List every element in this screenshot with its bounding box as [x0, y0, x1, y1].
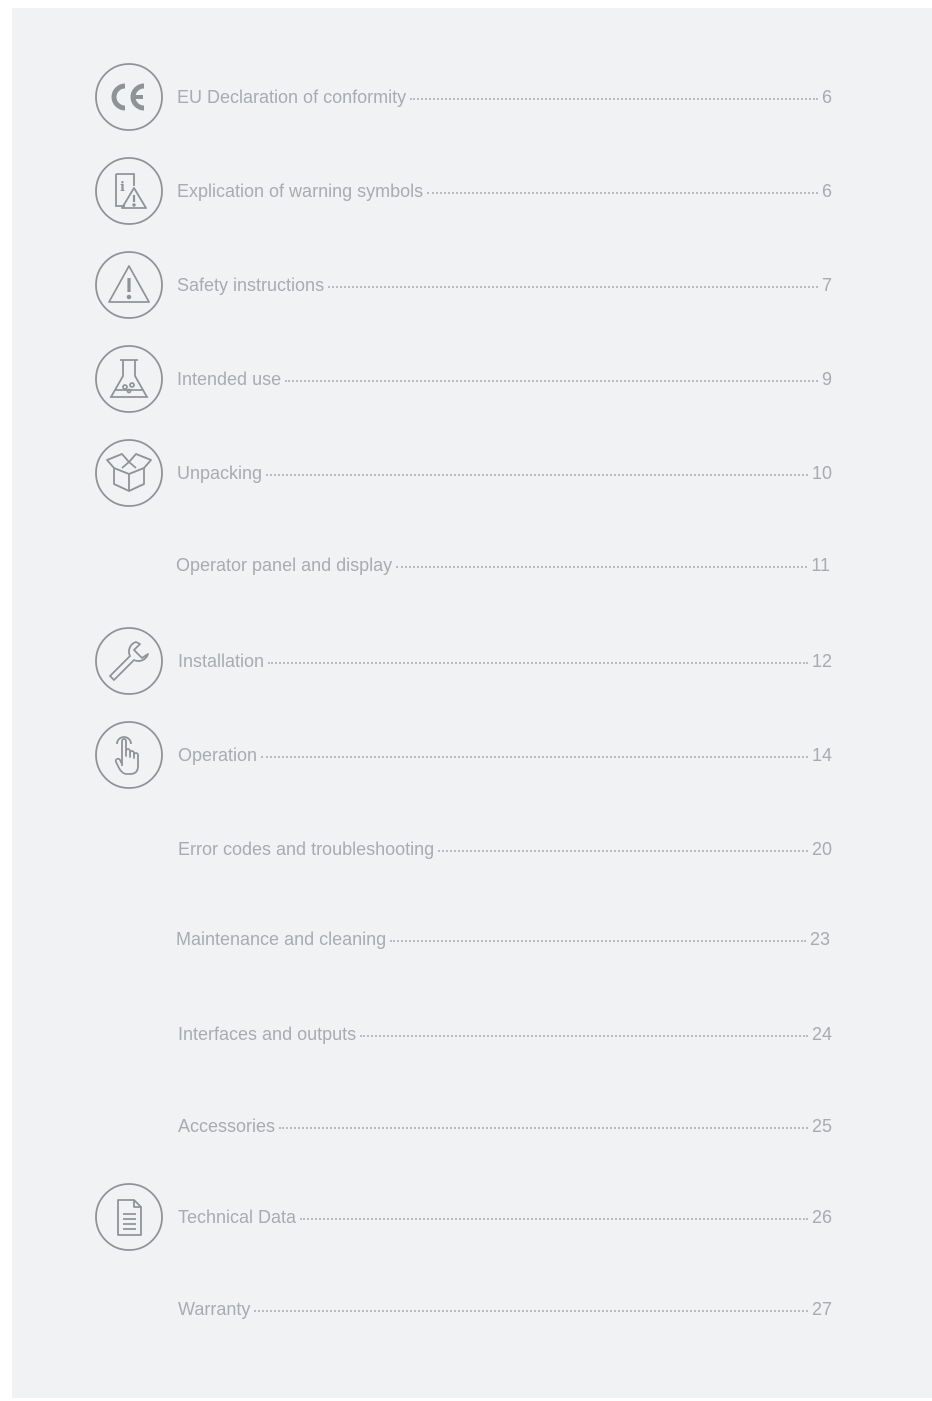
- lab-flask-icon: [94, 344, 164, 414]
- open-box-icon: [94, 438, 164, 508]
- toc-entry-error-codes[interactable]: Error codes and troubleshooting 20: [12, 814, 932, 888]
- toc-title: Maintenance and cleaning: [176, 929, 387, 949]
- toc-entry-maintenance[interactable]: Maintenance and cleaning 23: [12, 904, 932, 978]
- toc-title: Installation: [178, 651, 265, 671]
- toc-entry-unpacking[interactable]: Unpacking 10: [12, 438, 932, 512]
- toc-page-number: 25: [811, 1116, 832, 1136]
- toc-entry-intended-use[interactable]: Intended use 9: [12, 344, 932, 418]
- toc-leader: [360, 1033, 808, 1037]
- touch-hand-icon: [94, 720, 164, 790]
- toc-entry-accessories[interactable]: Accessories 25: [12, 1091, 932, 1165]
- toc-page-number: 24: [811, 1024, 832, 1044]
- toc-entry-technical-data[interactable]: Technical Data 26: [12, 1182, 932, 1256]
- toc-title: Unpacking: [177, 463, 263, 483]
- toc-leader: [427, 190, 818, 194]
- toc-page-number: 26: [811, 1207, 832, 1227]
- warning-triangle-icon: [94, 250, 164, 320]
- toc-page-number: 14: [811, 745, 832, 765]
- toc-title: Intended use: [177, 369, 282, 389]
- toc-leader: [410, 96, 818, 100]
- ce-mark-icon: [94, 62, 164, 132]
- toc-page-number: 23: [809, 929, 830, 949]
- toc-title: Error codes and troubleshooting: [178, 839, 435, 859]
- toc-page-number: 9: [821, 369, 832, 389]
- toc-entry-warranty[interactable]: Warranty 27: [12, 1274, 932, 1348]
- toc-entry-interfaces[interactable]: Interfaces and outputs 24: [12, 999, 932, 1073]
- toc-page-number: 6: [821, 87, 832, 107]
- toc-leader: [254, 1308, 808, 1312]
- toc-page-number: 6: [821, 181, 832, 201]
- toc-page-number: 27: [811, 1299, 832, 1319]
- toc-page-number: 11: [811, 555, 830, 575]
- toc-leader: [396, 564, 808, 568]
- toc-leader: [266, 472, 808, 476]
- svg-text:i: i: [120, 180, 125, 195]
- toc-leader: [285, 378, 818, 382]
- wrench-icon: [94, 626, 164, 696]
- toc-entry-eu-declaration[interactable]: EU Declaration of conformity 6: [12, 62, 932, 136]
- toc-leader: [390, 938, 806, 942]
- toc-leader: [438, 848, 808, 852]
- toc-title: Warranty: [178, 1299, 251, 1319]
- toc-entry-installation[interactable]: Installation 12: [12, 626, 932, 700]
- toc-leader: [268, 660, 808, 664]
- document-icon: [94, 1182, 164, 1252]
- toc-page-number: 10: [811, 463, 832, 483]
- toc-title: EU Declaration of conformity: [177, 87, 407, 107]
- toc-entry-warning-symbols[interactable]: i Explication of warning symbols 6: [12, 156, 932, 230]
- toc-page: EU Declaration of conformity 6 i Explica…: [12, 8, 932, 1398]
- toc-title: Safety instructions: [177, 275, 325, 295]
- toc-leader: [328, 284, 818, 288]
- toc-title: Technical Data: [178, 1207, 297, 1227]
- toc-title: Operator panel and display: [176, 555, 393, 575]
- toc-page-number: 7: [821, 275, 832, 295]
- toc-title: Accessories: [178, 1116, 276, 1136]
- info-warning-icon: i: [94, 156, 164, 226]
- toc-page-number: 20: [811, 839, 832, 859]
- toc-entry-operator-panel[interactable]: Operator panel and display 11: [12, 530, 932, 604]
- toc-entry-operation[interactable]: Operation 14: [12, 720, 932, 794]
- toc-leader: [300, 1216, 808, 1220]
- toc-page-number: 12: [811, 651, 832, 671]
- toc-entry-safety-instructions[interactable]: Safety instructions 7: [12, 250, 932, 324]
- toc-title: Operation: [178, 745, 258, 765]
- toc-leader: [279, 1125, 808, 1129]
- toc-title: Interfaces and outputs: [178, 1024, 357, 1044]
- toc-leader: [261, 754, 808, 758]
- toc-title: Explication of warning symbols: [177, 181, 424, 201]
